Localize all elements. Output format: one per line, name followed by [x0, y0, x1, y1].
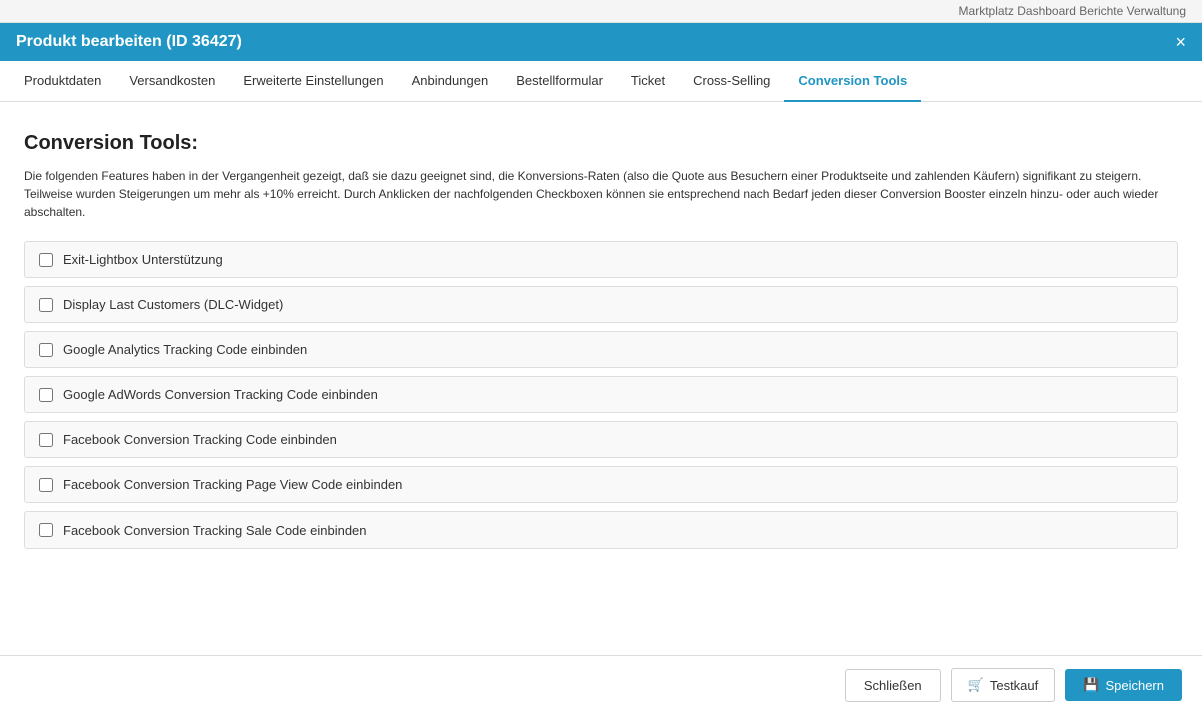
checkbox-display-last-customers[interactable]: [39, 298, 53, 312]
tab-anbindungen[interactable]: Anbindungen: [398, 61, 503, 102]
list-item[interactable]: Facebook Conversion Tracking Code einbin…: [24, 421, 1178, 458]
checkbox-label-facebook-page-view[interactable]: Facebook Conversion Tracking Page View C…: [63, 477, 402, 492]
list-item[interactable]: Exit-Lightbox Unterstützung: [24, 241, 1178, 278]
checkbox-list: Exit-Lightbox Unterstützung Display Last…: [24, 241, 1178, 549]
checkbox-google-analytics[interactable]: [39, 343, 53, 357]
checkbox-google-adwords[interactable]: [39, 388, 53, 402]
list-item[interactable]: Display Last Customers (DLC-Widget): [24, 286, 1178, 323]
checkbox-label-google-analytics[interactable]: Google Analytics Tracking Code einbinden: [63, 342, 307, 357]
top-bar: Marktplatz Dashboard Berichte Verwaltung: [0, 0, 1202, 23]
modal-footer: Schließen 🛒 Testkauf 💾 Speichern: [0, 655, 1202, 714]
save-label: Speichern: [1105, 678, 1164, 693]
checkbox-label-facebook-sale[interactable]: Facebook Conversion Tracking Sale Code e…: [63, 523, 367, 538]
save-icon: 💾: [1083, 677, 1099, 693]
list-item[interactable]: Google AdWords Conversion Tracking Code …: [24, 376, 1178, 413]
modal-close-button[interactable]: ×: [1175, 33, 1186, 51]
checkbox-label-display-last-customers[interactable]: Display Last Customers (DLC-Widget): [63, 297, 283, 312]
tab-ticket[interactable]: Ticket: [617, 61, 679, 102]
list-item[interactable]: Facebook Conversion Tracking Page View C…: [24, 466, 1178, 503]
testkauf-label: Testkauf: [990, 678, 1038, 693]
modal-window: Marktplatz Dashboard Berichte Verwaltung…: [0, 0, 1202, 714]
list-item[interactable]: Google Analytics Tracking Code einbinden: [24, 331, 1178, 368]
section-description: Die folgenden Features haben in der Verg…: [24, 167, 1178, 221]
top-bar-text: Marktplatz Dashboard Berichte Verwaltung: [959, 4, 1186, 18]
tab-versandkosten[interactable]: Versandkosten: [115, 61, 229, 102]
checkbox-label-facebook-conversion[interactable]: Facebook Conversion Tracking Code einbin…: [63, 432, 337, 447]
checkbox-label-google-adwords[interactable]: Google AdWords Conversion Tracking Code …: [63, 387, 378, 402]
tab-bestellformular[interactable]: Bestellformular: [502, 61, 617, 102]
checkbox-facebook-page-view[interactable]: [39, 478, 53, 492]
list-item[interactable]: Facebook Conversion Tracking Sale Code e…: [24, 511, 1178, 549]
checkbox-label-exit-lightbox[interactable]: Exit-Lightbox Unterstützung: [63, 252, 223, 267]
modal-title: Produkt bearbeiten (ID 36427): [16, 33, 242, 51]
save-button[interactable]: 💾 Speichern: [1065, 669, 1182, 701]
checkbox-facebook-conversion[interactable]: [39, 433, 53, 447]
modal-body: Conversion Tools: Die folgenden Features…: [0, 102, 1202, 655]
tab-produktdaten[interactable]: Produktdaten: [10, 61, 115, 102]
cart-icon: 🛒: [968, 677, 984, 693]
tab-erweiterte[interactable]: Erweiterte Einstellungen: [229, 61, 397, 102]
checkbox-exit-lightbox[interactable]: [39, 253, 53, 267]
testkauf-button[interactable]: 🛒 Testkauf: [951, 668, 1056, 702]
checkbox-facebook-sale[interactable]: [39, 523, 53, 537]
tab-conversiontools[interactable]: Conversion Tools: [784, 61, 921, 102]
section-title: Conversion Tools:: [24, 132, 1178, 155]
tab-crossselling[interactable]: Cross-Selling: [679, 61, 784, 102]
tabs-bar: Produktdaten Versandkosten Erweiterte Ei…: [0, 61, 1202, 102]
modal-header: Produkt bearbeiten (ID 36427) ×: [0, 23, 1202, 61]
close-button[interactable]: Schließen: [845, 669, 941, 702]
